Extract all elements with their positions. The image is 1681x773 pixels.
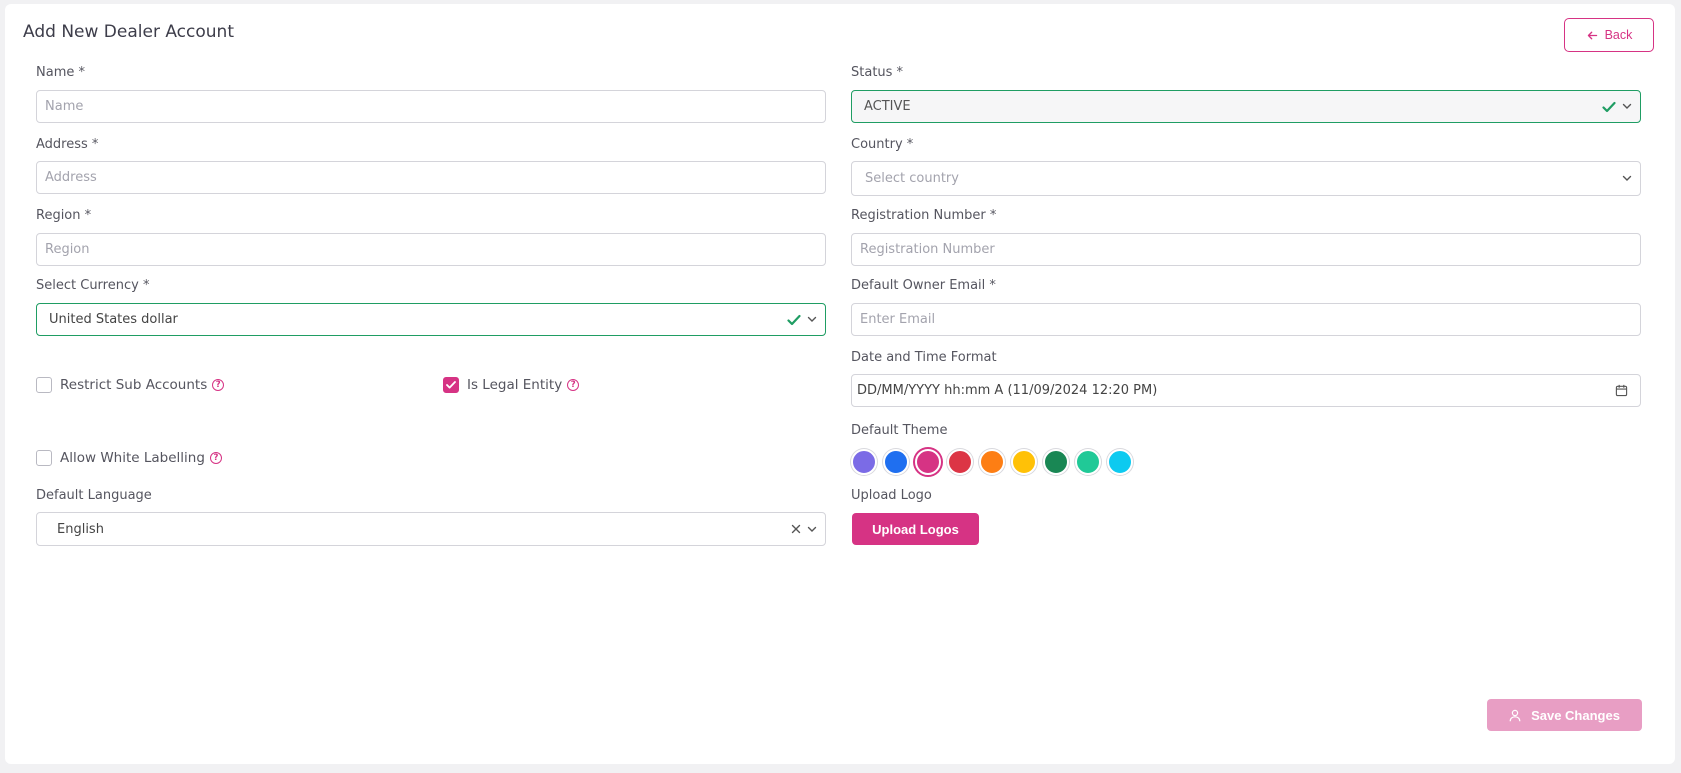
logo-label: Upload Logo <box>851 488 932 503</box>
country-select[interactable]: Select country <box>851 161 1641 196</box>
chevron-down-icon <box>1622 175 1632 181</box>
theme-swatch[interactable] <box>947 449 973 475</box>
registration-label: Registration Number * <box>851 208 997 223</box>
date-format-label: Date and Time Format <box>851 350 997 365</box>
checkmark-icon <box>446 381 456 389</box>
address-field <box>36 161 826 194</box>
white-labelling-label: Allow White Labelling <box>60 450 205 466</box>
region-label: Region * <box>36 208 92 223</box>
help-icon[interactable]: ? <box>209 452 222 464</box>
registration-input[interactable] <box>852 234 1640 265</box>
theme-swatch[interactable] <box>915 449 941 475</box>
restrict-sub-accounts-row: Restrict Sub Accounts ? <box>36 377 225 393</box>
restrict-sub-accounts-checkbox[interactable] <box>36 377 52 393</box>
calendar-icon[interactable] <box>1615 384 1628 397</box>
theme-swatch[interactable] <box>883 449 909 475</box>
date-format-value: DD/MM/YYYY hh:mm A (11/09/2024 12:20 PM) <box>857 383 1158 398</box>
name-label: Name * <box>36 65 85 80</box>
check-icon <box>1602 101 1616 112</box>
theme-swatch[interactable] <box>851 449 877 475</box>
white-labelling-row: Allow White Labelling ? <box>36 450 222 466</box>
date-format-field[interactable]: DD/MM/YYYY hh:mm A (11/09/2024 12:20 PM) <box>851 374 1641 407</box>
legal-entity-checkbox[interactable] <box>443 377 459 393</box>
theme-swatch[interactable] <box>1075 449 1101 475</box>
status-select[interactable]: ACTIVE <box>851 90 1641 123</box>
language-value: English <box>57 521 104 537</box>
address-input[interactable] <box>37 162 825 193</box>
chevron-down-icon <box>1622 103 1632 109</box>
chevron-down-icon <box>807 316 817 322</box>
back-button[interactable]: Back <box>1564 18 1654 52</box>
upload-logos-button[interactable]: Upload Logos <box>852 513 979 545</box>
language-select[interactable]: English <box>36 512 826 546</box>
owner-email-field <box>851 303 1641 336</box>
clear-icon[interactable] <box>791 524 801 534</box>
restrict-sub-accounts-label: Restrict Sub Accounts <box>60 377 208 393</box>
theme-swatch[interactable] <box>1011 449 1037 475</box>
registration-field <box>851 233 1641 266</box>
arrow-left-icon <box>1587 31 1597 39</box>
back-label: Back <box>1604 28 1633 42</box>
help-icon[interactable]: ? <box>212 379 225 391</box>
theme-swatch[interactable] <box>979 449 1005 475</box>
language-label: Default Language <box>36 488 152 503</box>
currency-label: Select Currency * <box>36 278 150 293</box>
save-changes-label: Save Changes <box>1531 707 1620 723</box>
owner-email-input[interactable] <box>852 304 1640 335</box>
currency-value: United States dollar <box>49 312 178 327</box>
status-value: ACTIVE <box>864 99 911 114</box>
theme-label: Default Theme <box>851 423 948 438</box>
save-changes-button[interactable]: Save Changes <box>1487 699 1642 731</box>
name-input[interactable] <box>37 91 825 122</box>
legal-entity-label: Is Legal Entity <box>467 377 563 393</box>
country-label: Country * <box>851 137 914 152</box>
address-label: Address * <box>36 137 99 152</box>
theme-swatch[interactable] <box>1107 449 1133 475</box>
page-title: Add New Dealer Account <box>23 22 234 42</box>
owner-email-label: Default Owner Email * <box>851 278 996 293</box>
check-icon <box>787 314 801 325</box>
white-labelling-checkbox[interactable] <box>36 450 52 466</box>
region-field <box>36 233 826 266</box>
name-field <box>36 90 826 123</box>
currency-select[interactable]: United States dollar <box>36 303 826 336</box>
user-icon <box>1509 709 1521 721</box>
region-input[interactable] <box>37 234 825 265</box>
legal-entity-row: Is Legal Entity ? <box>443 377 580 393</box>
chevron-down-icon <box>807 526 817 532</box>
country-placeholder: Select country <box>865 171 959 186</box>
help-icon[interactable]: ? <box>567 379 580 391</box>
theme-swatches <box>851 449 1133 475</box>
status-label: Status * <box>851 65 904 80</box>
theme-swatch[interactable] <box>1043 449 1069 475</box>
